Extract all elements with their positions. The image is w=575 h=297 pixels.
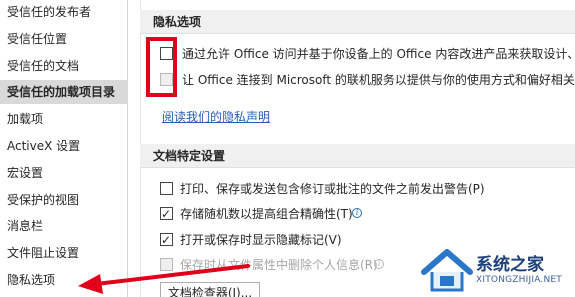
sidebar-item-macro-settings[interactable]: 宏设置 [0,161,128,185]
privacy-option-improve[interactable]: 通过允许 Office 访问并基于你设备上的 Office 内容改进产品来获取设… [160,45,575,63]
random-number-label: 存储随机数以提高组合精确性(T) [180,207,353,221]
doc-settings-header: 文档特定设置 [140,144,575,168]
privacy-connected-label: 让 Office 连接到 Microsoft 的联机服务以提供与你的使用方式和偏… [182,73,575,87]
privacy-option-connected[interactable]: 让 Office 连接到 Microsoft 的联机服务以提供与你的使用方式和偏… [160,71,575,89]
warn-tracked-checkbox[interactable] [160,182,173,195]
sidebar-item-trusted-documents[interactable]: 受信任的文档 [0,54,128,78]
random-number-checkbox[interactable] [160,205,173,223]
remove-personal-info-label: 保存时从文件属性中删除个人信息(R) [180,258,378,272]
remove-personal-info-checkbox[interactable] [160,258,173,271]
sidebar-item-trusted-locations[interactable]: 受信任位置 [0,27,128,51]
sidebar-item-message-bar[interactable]: 消息栏 [0,214,128,238]
sidebar-item-file-block-settings[interactable]: 文件阻止设置 [0,241,128,265]
info-icon: i [374,259,384,269]
sidebar-item-activex-settings[interactable]: ActiveX 设置 [0,134,128,158]
watermark-name: 系统之家 [476,255,544,275]
sidebar-item-protected-view[interactable]: 受保护的视图 [0,188,128,212]
privacy-options-header: 隐私选项 [140,10,575,34]
annotation-highlight-box [146,37,177,97]
trust-center-sidebar: 受信任的发布者 受信任位置 受信任的文档 受信任的加载项目录 加载项 Activ… [0,0,128,297]
sidebar-item-trusted-publishers[interactable]: 受信任的发布者 [0,0,128,24]
document-inspector-button[interactable]: 文档检查器(I)... [160,282,260,297]
privacy-statement-link[interactable]: 阅读我们的隐私声明 [162,108,270,125]
watermark-url: XITONGZHIJIA.NET [476,275,562,285]
info-icon: i [352,208,362,218]
doc-option-warn-tracked[interactable]: 打印、保存或发送包含修订或批注的文件之前发出警告(P) [160,180,575,198]
panel-gap [129,0,140,297]
warn-tracked-label: 打印、保存或发送包含修订或批注的文件之前发出警告(P) [180,182,485,196]
doc-option-random-number[interactable]: 存储随机数以提高组合精确性(T) i [160,205,575,223]
hidden-markup-checkbox[interactable] [160,231,173,249]
sidebar-item-addins[interactable]: 加载项 [0,107,128,131]
sidebar-item-trusted-addin-catalogs[interactable]: 受信任的加载项目录 [0,80,128,104]
privacy-improve-label: 通过允许 Office 访问并基于你设备上的 Office 内容改进产品来获取设… [182,47,575,61]
hidden-markup-label: 打开或保存时显示隐藏标记(V) [180,233,342,247]
sidebar-item-privacy-options[interactable]: 隐私选项 [0,268,128,292]
house-logo-icon [421,249,473,292]
